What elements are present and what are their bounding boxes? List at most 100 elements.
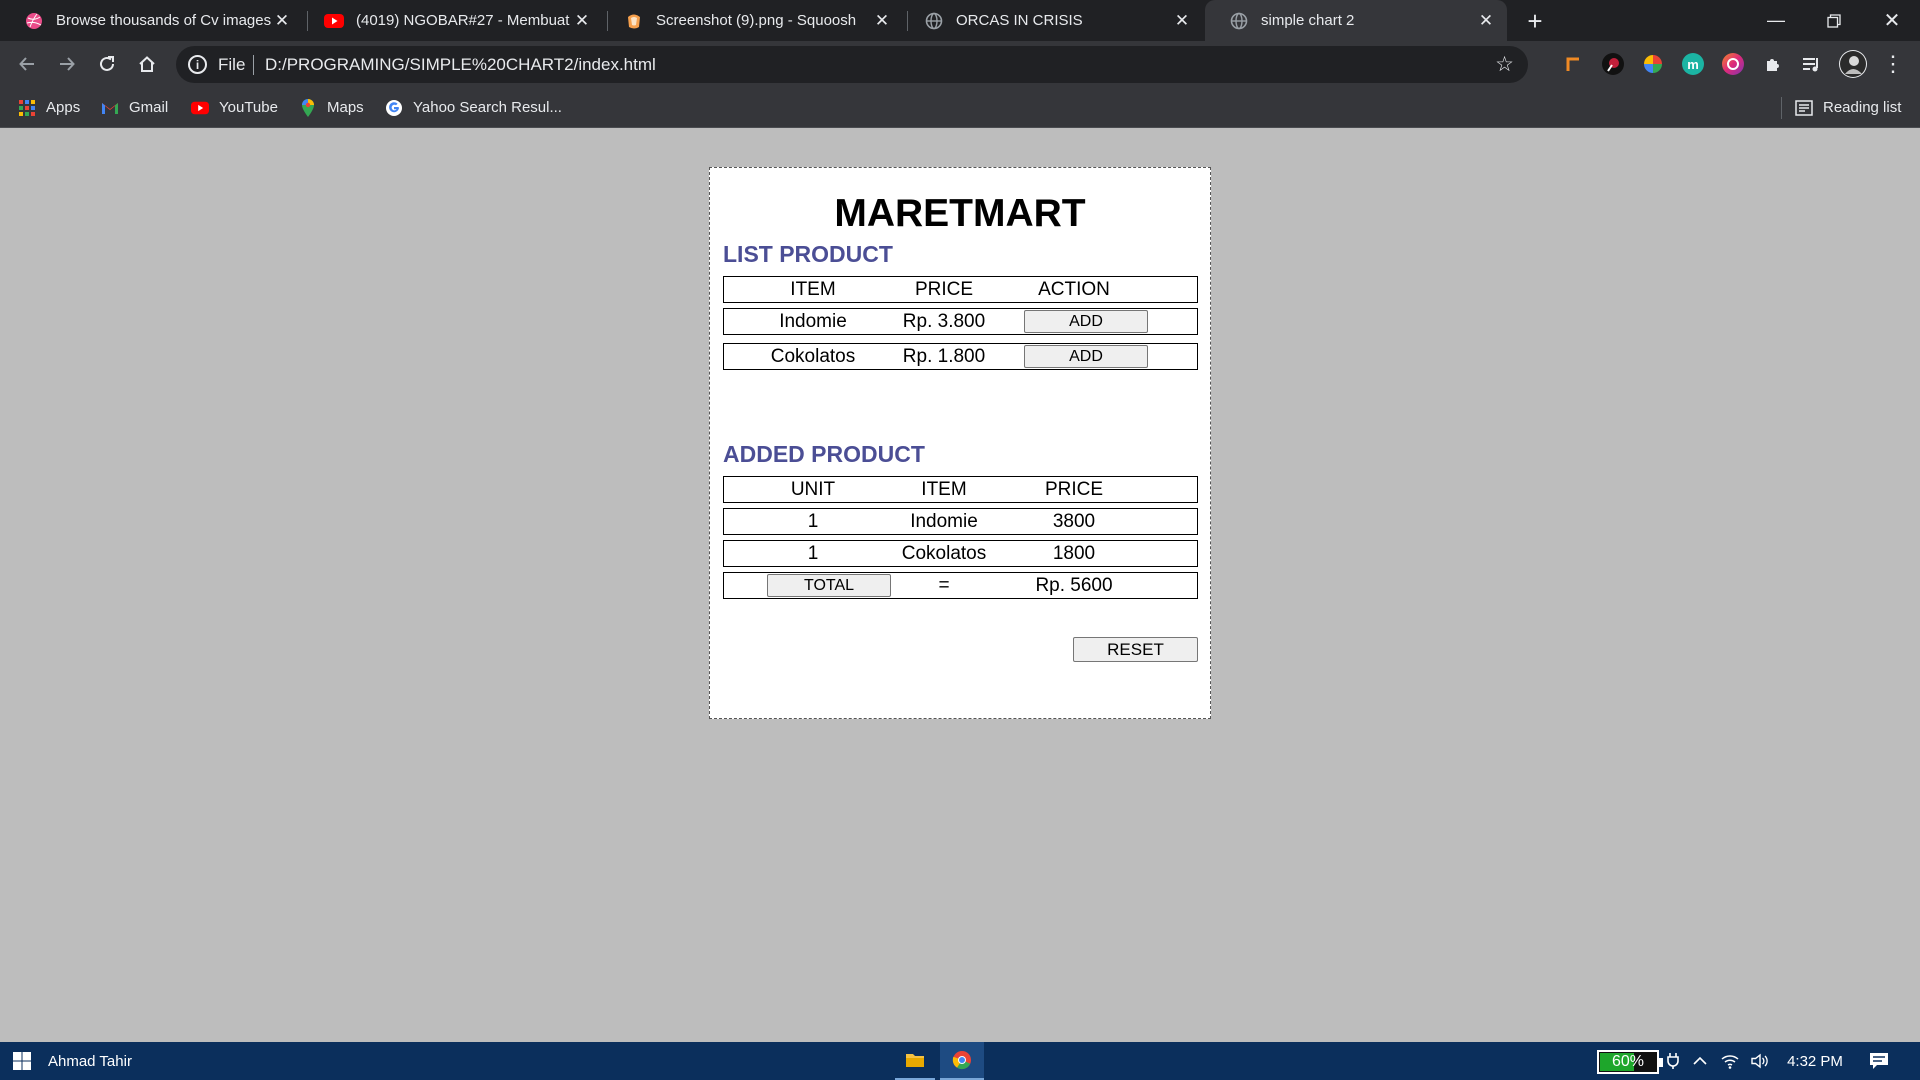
new-tab-button[interactable]: + [1518, 4, 1552, 38]
added-item: Cokolatos [901, 542, 987, 564]
tab-1[interactable]: Browse thousands of Cv images f ✕ [0, 0, 303, 41]
squoosh-icon [624, 11, 644, 31]
volume-icon[interactable] [1746, 1042, 1774, 1080]
product-row: Cokolatos Rp. 1.800 ADD [723, 343, 1198, 370]
extensions-puzzle-icon[interactable] [1762, 53, 1784, 75]
tab-2[interactable]: (4019) NGOBAR#27 - Membuat W ✕ [300, 0, 603, 41]
header-price: PRICE [1044, 478, 1104, 500]
tab-title: Browse thousands of Cv images f [56, 12, 271, 29]
reset-button[interactable]: RESET [1073, 637, 1198, 662]
tab-3[interactable]: Screenshot (9).png - Squoosh ✕ [600, 0, 903, 41]
site-info-icon[interactable]: i [188, 55, 207, 74]
added-price: 1800 [1052, 542, 1096, 564]
tab-title: ORCAS IN CRISIS [956, 12, 1083, 29]
added-item: Indomie [910, 510, 978, 532]
list-product-heading: LIST PRODUCT [723, 241, 893, 267]
maps-icon [299, 98, 317, 117]
forward-arrow-icon[interactable] [50, 47, 84, 81]
total-value: Rp. 5600 [1035, 574, 1113, 596]
bookmark-label: YouTube [219, 99, 278, 116]
bookmark-apps[interactable]: Apps [18, 87, 80, 128]
browser-toolbar: i File D:/PROGRAMING/SIMPLE%20CHART2/ind… [0, 41, 1920, 87]
cart-card: MARETMART LIST PRODUCT ITEM PRICE ACTION… [709, 167, 1211, 719]
extension-ring-icon[interactable] [1722, 53, 1744, 75]
reading-list-button[interactable]: Reading list [1795, 87, 1901, 128]
chevron-up-icon[interactable] [1688, 1042, 1712, 1080]
tab-strip: Browse thousands of Cv images f ✕ (4019)… [0, 0, 1920, 41]
globe-icon [924, 11, 944, 31]
restore-icon[interactable] [1806, 0, 1862, 41]
file-explorer-icon[interactable] [895, 1042, 935, 1080]
tab-close-icon[interactable]: ✕ [271, 10, 293, 32]
total-row: TOTAL = Rp. 5600 [723, 572, 1198, 599]
extension-color-icon[interactable] [1642, 53, 1664, 75]
extension-m-icon[interactable]: m [1682, 53, 1704, 75]
header-item: ITEM [921, 478, 967, 500]
added-unit: 1 [807, 510, 819, 532]
wifi-icon[interactable] [1716, 1042, 1744, 1080]
tab-close-icon[interactable]: ✕ [1475, 10, 1497, 32]
tab-title: Screenshot (9).png - Squoosh [656, 12, 857, 29]
page-title: MARETMART [834, 192, 1086, 235]
url-text[interactable]: D:/PROGRAMING/SIMPLE%20CHART2/index.html [265, 55, 656, 75]
added-unit: 1 [807, 542, 819, 564]
bookmark-label: Gmail [129, 99, 169, 116]
reload-icon[interactable] [90, 47, 124, 81]
battery-indicator[interactable]: 60% [1597, 1050, 1663, 1074]
browser-menu-icon[interactable]: ⋮ [1876, 47, 1910, 81]
product-item: Indomie [779, 310, 847, 332]
google-icon [385, 99, 403, 117]
scheme-label: File [218, 55, 246, 74]
gmail-icon [101, 99, 119, 117]
tab-title: simple chart 2 [1261, 12, 1355, 29]
tab-close-icon[interactable]: ✕ [1171, 10, 1193, 32]
product-price: Rp. 3.800 [902, 310, 986, 332]
globe-icon [1229, 11, 1249, 31]
added-product-heading: ADDED PRODUCT [723, 441, 925, 467]
header-price: PRICE [914, 278, 974, 300]
bookmarks-bar: Apps Gmail YouTube Maps Yahoo Search Res… [0, 87, 1920, 128]
bookmark-yahoo-search[interactable]: Yahoo Search Resul... [385, 87, 562, 128]
start-windows-icon[interactable] [0, 1042, 44, 1080]
bookmark-gmail[interactable]: Gmail [101, 87, 168, 128]
added-row: 1 Cokolatos 1800 [723, 540, 1198, 567]
back-arrow-icon[interactable] [10, 47, 44, 81]
minimize-icon[interactable]: — [1748, 0, 1804, 41]
tab-close-icon[interactable]: ✕ [871, 10, 893, 32]
page-viewport: MARETMART LIST PRODUCT ITEM PRICE ACTION… [0, 129, 1920, 1042]
media-control-icon[interactable] [1800, 53, 1822, 75]
extension-pen-icon[interactable] [1602, 53, 1624, 75]
reading-list-label: Reading list [1823, 99, 1902, 116]
home-icon[interactable] [130, 47, 164, 81]
list-header-row: ITEM PRICE ACTION [723, 276, 1198, 303]
extension-orange-icon[interactable] [1562, 53, 1584, 75]
product-item: Cokolatos [770, 345, 856, 367]
add-indomie-button[interactable]: ADD [1024, 310, 1148, 333]
bookmark-youtube[interactable]: YouTube [191, 87, 278, 128]
power-plug-icon[interactable] [1662, 1042, 1684, 1080]
header-action: ACTION [1038, 278, 1110, 300]
address-bar[interactable]: i File D:/PROGRAMING/SIMPLE%20CHART2/ind… [176, 46, 1528, 83]
tab-close-icon[interactable]: ✕ [571, 10, 593, 32]
added-price: 3800 [1052, 510, 1096, 532]
add-cokolatos-button[interactable]: ADD [1024, 345, 1148, 368]
total-button[interactable]: TOTAL [767, 574, 891, 597]
chrome-taskbar-icon[interactable] [940, 1042, 984, 1080]
window-close-icon[interactable]: ✕ [1864, 0, 1920, 41]
notifications-icon[interactable] [1862, 1042, 1896, 1080]
tab-4[interactable]: ORCAS IN CRISIS ✕ [900, 0, 1203, 41]
bookmark-maps[interactable]: Maps [299, 87, 364, 128]
youtube-icon [191, 99, 209, 117]
tab-5-active[interactable]: simple chart 2 ✕ [1205, 0, 1507, 41]
profile-avatar[interactable] [1839, 50, 1867, 78]
product-price: Rp. 1.800 [902, 345, 986, 367]
bookmark-star-icon[interactable]: ☆ [1495, 52, 1514, 77]
taskbar: Ahmad Tahir 60% 4:32 PM [0, 1042, 1920, 1080]
taskbar-user-label: Ahmad Tahir [48, 1052, 132, 1070]
product-row: Indomie Rp. 3.800 ADD [723, 308, 1198, 335]
clock[interactable]: 4:32 PM [1780, 1042, 1850, 1080]
youtube-icon [324, 11, 344, 31]
bookmark-label: Apps [46, 99, 81, 116]
added-row: 1 Indomie 3800 [723, 508, 1198, 535]
tab-title: (4019) NGOBAR#27 - Membuat W [356, 12, 571, 29]
